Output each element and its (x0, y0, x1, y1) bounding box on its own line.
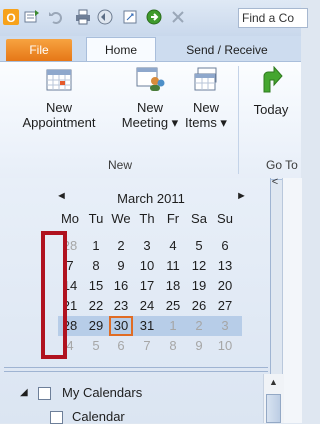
calendar-day[interactable]: 17 (135, 276, 159, 296)
new-items-button[interactable]: New Items ▾ (180, 66, 232, 130)
calendar-day[interactable]: 9 (187, 336, 211, 356)
content-edge (282, 178, 302, 423)
calendar-day[interactable]: 13 (213, 256, 237, 276)
calendar-day[interactable]: 12 (187, 256, 211, 276)
new-items-icon (194, 67, 217, 91)
ribbon-tabs: File Home Send / Receive (0, 36, 301, 62)
tab-send-receive[interactable]: Send / Receive (162, 39, 292, 62)
calendar-day[interactable]: 31 (135, 316, 159, 336)
weekday-label: Th (139, 211, 155, 226)
print-icon[interactable] (75, 9, 91, 25)
group-label-new: New (108, 158, 133, 172)
calendar-day[interactable]: 2 (187, 316, 211, 336)
weekday-label: Su (217, 211, 233, 226)
calendar-icon (46, 69, 72, 91)
sync-icon[interactable] (122, 9, 138, 25)
green-arrow-icon (263, 66, 283, 93)
calendar-day[interactable]: 20 (213, 276, 237, 296)
calendar-day[interactable]: 6 (109, 336, 133, 356)
calendar-day[interactable]: 3 (213, 316, 237, 336)
weekday-label: Fr (166, 211, 180, 226)
collapse-pane-button[interactable]: < (268, 176, 282, 196)
scroll-thumb[interactable] (266, 394, 281, 423)
ribbon-separator (238, 66, 239, 174)
undo-icon[interactable] (48, 9, 64, 25)
calendar-day[interactable]: 29 (84, 316, 108, 336)
find-contact-input[interactable]: Find a Co (238, 8, 308, 28)
new-meeting-line1: New (136, 100, 163, 115)
calendar-day[interactable]: 4 (161, 236, 185, 256)
calendar-label[interactable]: Calendar (72, 409, 125, 424)
next-month-button[interactable]: ► (236, 190, 247, 202)
calendar-day[interactable]: 27 (213, 296, 237, 316)
calendar-day[interactable]: 26 (187, 296, 211, 316)
calendar-day[interactable]: 10 (213, 336, 237, 356)
calendar-day[interactable]: 7 (135, 336, 159, 356)
month-title: March 2011 (117, 191, 185, 206)
new-meeting-button[interactable]: New Meeting ▾ (120, 66, 180, 130)
annotation-highlight-box (41, 231, 67, 359)
tab-home[interactable]: Home (86, 37, 156, 62)
tab-file[interactable]: File (6, 39, 72, 62)
calendar-day[interactable]: 8 (84, 256, 108, 276)
calendar-day[interactable]: 19 (187, 276, 211, 296)
calendar-day[interactable]: 5 (84, 336, 108, 356)
prev-month-button[interactable]: ◄ (56, 190, 67, 202)
weekday-label: Mo (60, 211, 80, 226)
new-items-line1: New (192, 100, 219, 115)
group-label-goto: Go To (266, 158, 298, 172)
weekday-label: We (111, 211, 131, 226)
expand-arrow-icon[interactable]: ◢ (20, 387, 28, 398)
calendar-day[interactable]: 23 (109, 296, 133, 316)
calendar-day[interactable]: 2 (109, 236, 133, 256)
calendar-day[interactable]: 1 (84, 236, 108, 256)
quick-access-toolbar: O Find a Co (0, 0, 308, 36)
my-calendars-label[interactable]: My Calendars (62, 385, 142, 400)
calendar-day[interactable]: 6 (213, 236, 237, 256)
svg-text:O: O (6, 11, 15, 25)
meeting-icon (136, 67, 165, 91)
new-items-line2: Items ▾ (185, 115, 227, 130)
calendar-day[interactable]: 16 (109, 276, 133, 296)
calendar-day[interactable]: 1 (161, 316, 185, 336)
calendar-day[interactable]: 9 (109, 256, 133, 276)
ribbon-home: New Appointment New Meeting ▾ New Items … (0, 61, 301, 180)
delete-icon[interactable] (170, 9, 186, 25)
today-label: Today (253, 102, 289, 117)
new-meeting-line2: Meeting ▾ (121, 115, 179, 130)
calendar-day[interactable]: 15 (84, 276, 108, 296)
new-appointment-button[interactable]: New Appointment (12, 66, 106, 130)
outlook-logo-icon: O (3, 9, 19, 25)
calendar-checkbox[interactable] (50, 411, 63, 424)
weekday-label: Tu (88, 211, 104, 226)
forward-green-icon[interactable] (146, 9, 162, 25)
calendar-day[interactable]: 10 (135, 256, 159, 276)
calendar-day[interactable]: 22 (84, 296, 108, 316)
calendar-day[interactable]: 3 (135, 236, 159, 256)
calendar-day[interactable]: 11 (161, 256, 185, 276)
my-calendars-checkbox[interactable] (38, 387, 51, 400)
calendar-day[interactable]: 8 (161, 336, 185, 356)
new-appointment-line1: New (45, 100, 72, 115)
new-appointment-line2: Appointment (22, 115, 96, 130)
calendar-day[interactable]: 18 (161, 276, 185, 296)
calendar-day[interactable]: 25 (161, 296, 185, 316)
scroll-up-icon[interactable]: ▲ (264, 377, 283, 389)
scrollbar[interactable]: ▲ (263, 374, 284, 423)
pane-divider[interactable] (4, 367, 268, 372)
calendar-day[interactable]: 5 (187, 236, 211, 256)
today-button[interactable]: Today (246, 66, 296, 117)
weekday-label: Sa (191, 211, 207, 226)
calendar-day[interactable]: 24 (135, 296, 159, 316)
today-marker (109, 316, 133, 336)
send-receive-icon[interactable] (24, 9, 40, 25)
reply-icon[interactable] (97, 9, 113, 25)
